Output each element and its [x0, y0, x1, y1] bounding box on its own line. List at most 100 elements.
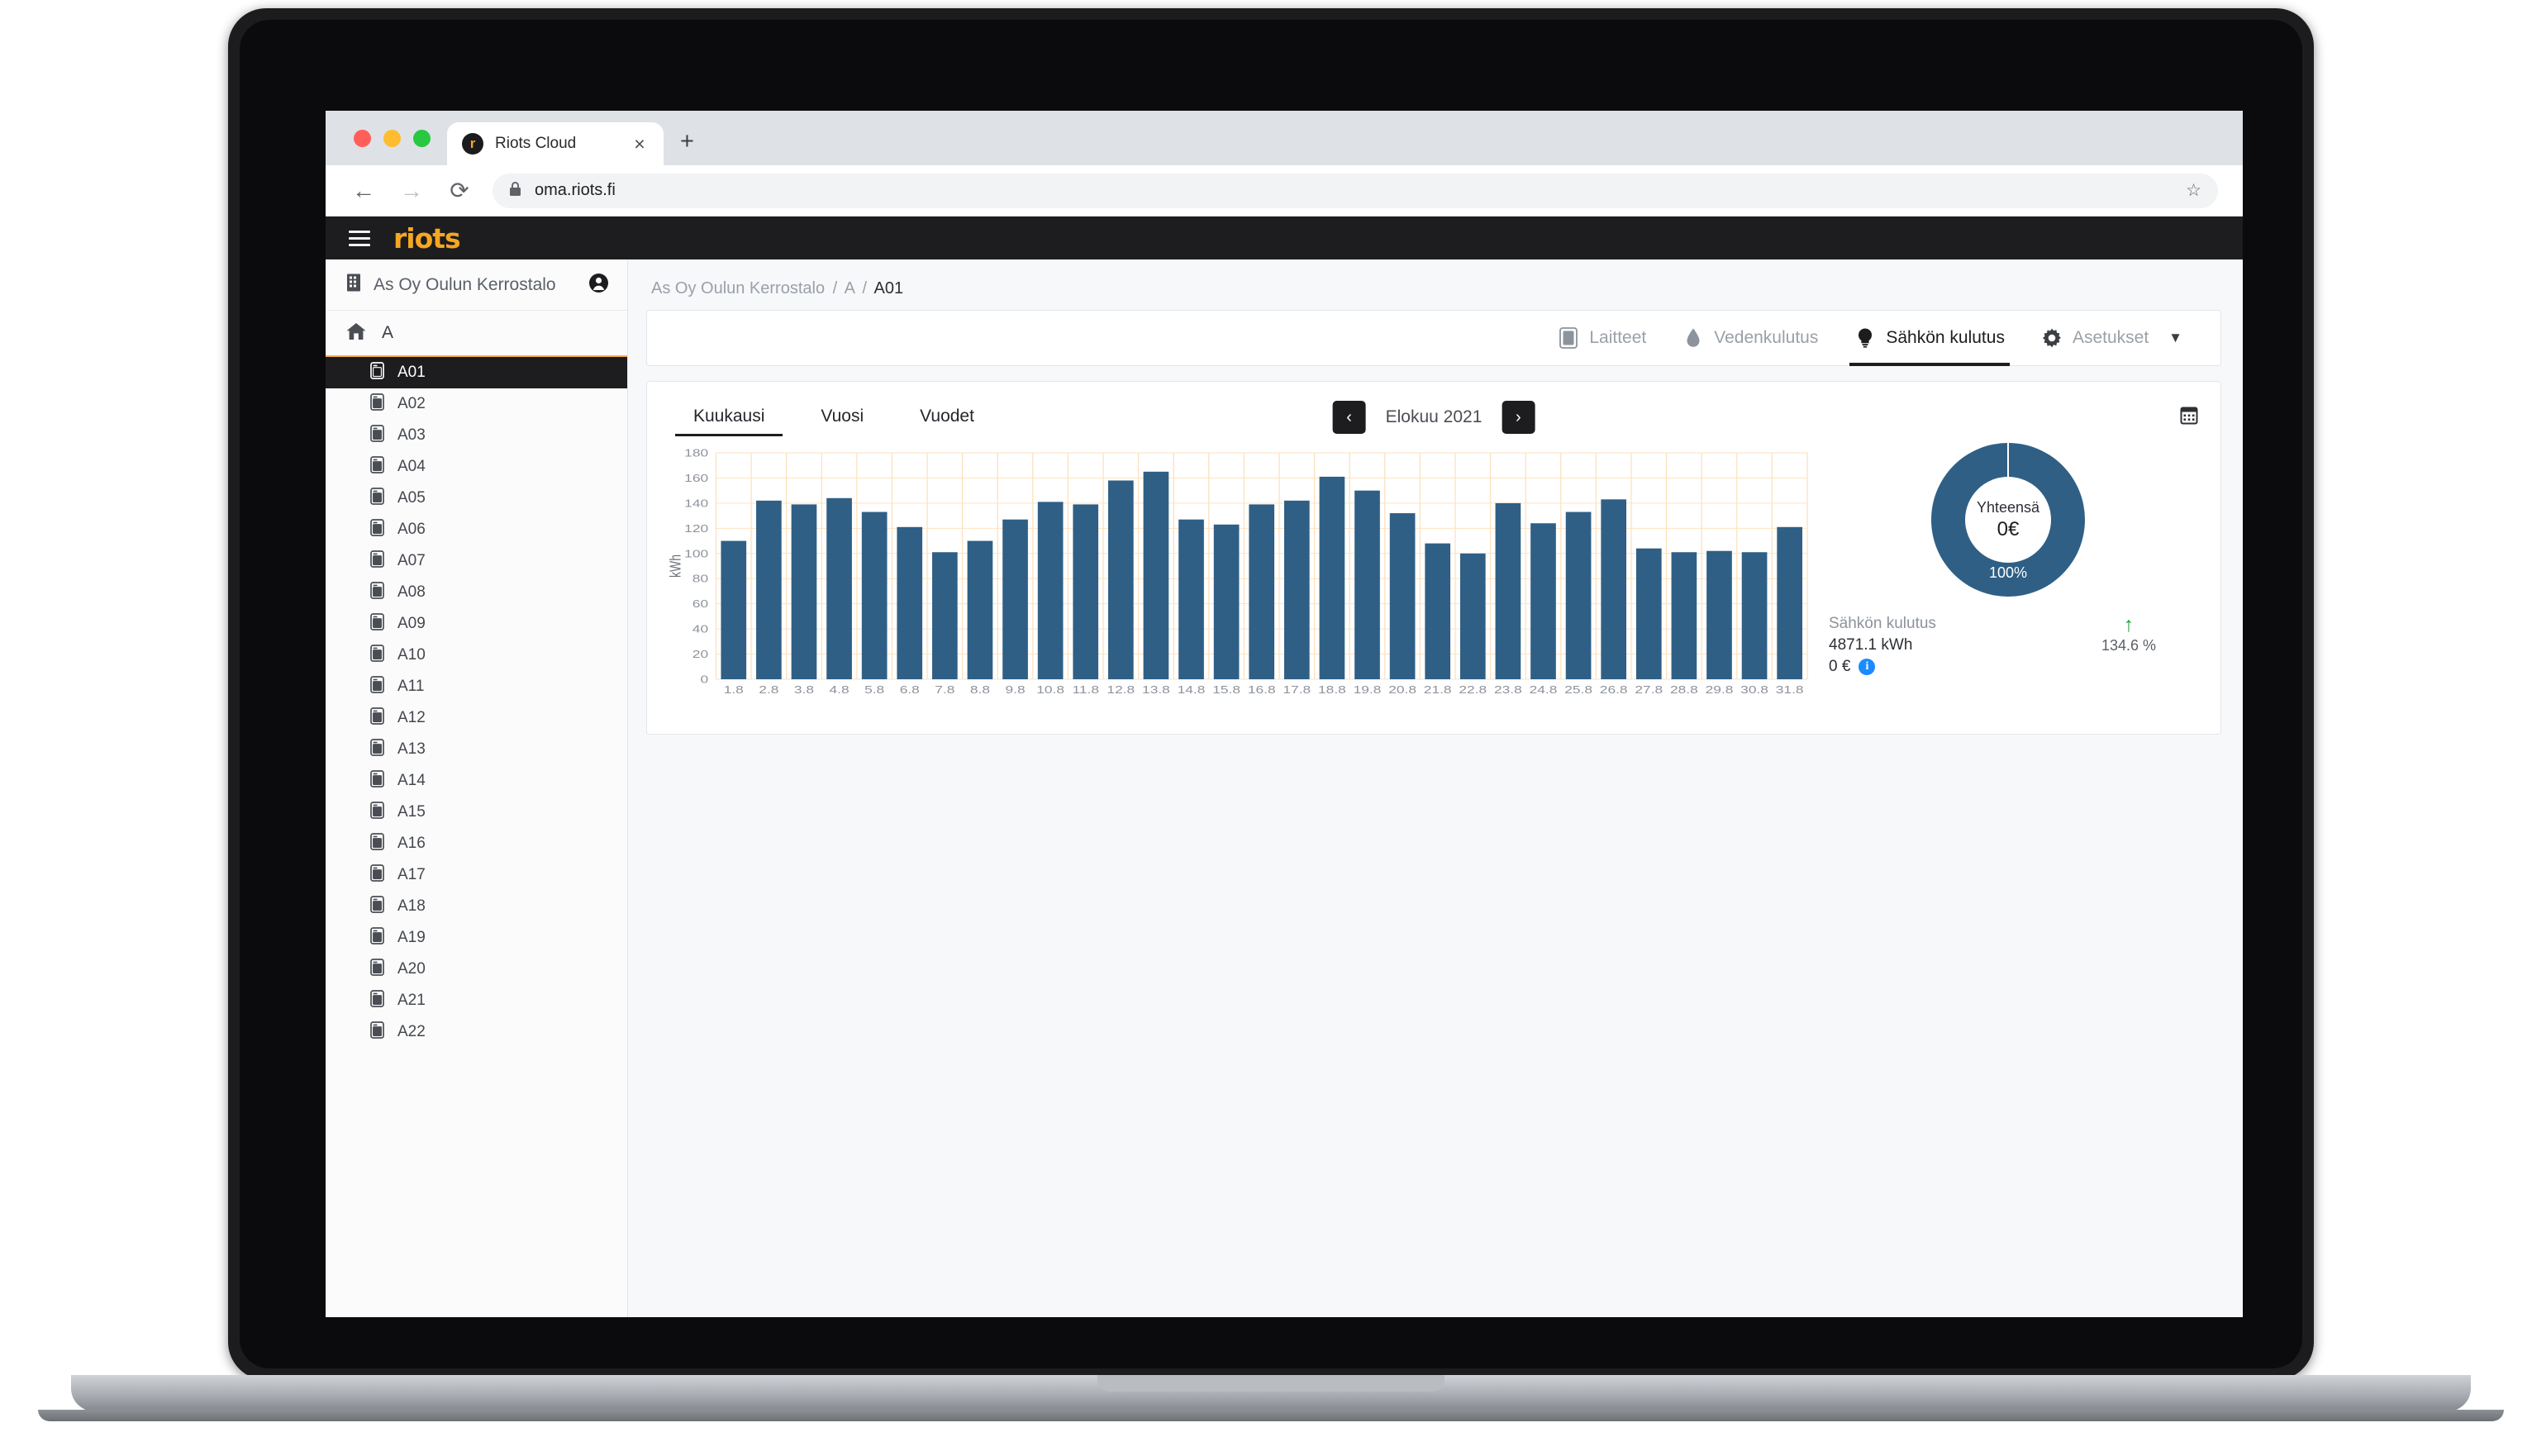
bar[interactable] — [1108, 480, 1134, 679]
electricity-chart-panel: Kuukausi Vuosi Vuodet ‹ Elokuu 2021 › 0 … — [646, 381, 2221, 735]
bar[interactable] — [1319, 476, 1345, 679]
bar[interactable] — [826, 497, 852, 679]
bar[interactable] — [1143, 471, 1169, 679]
bar[interactable] — [1283, 500, 1310, 679]
sidebar-item-label: A20 — [397, 960, 426, 978]
bar[interactable] — [1249, 504, 1275, 679]
sidebar-item-a20[interactable]: A20 — [326, 954, 627, 985]
bar[interactable] — [1459, 553, 1486, 679]
sidebar-item-a04[interactable]: A04 — [326, 451, 627, 483]
sidebar-item-a08[interactable]: A08 — [326, 577, 627, 608]
tab-gear[interactable]: Asetukset — [2023, 311, 2167, 366]
bar[interactable] — [1635, 548, 1662, 679]
bar[interactable] — [967, 540, 993, 679]
range-tab-vuodet[interactable]: Vuodet — [892, 398, 1002, 436]
bar[interactable] — [791, 504, 817, 679]
new-tab-icon[interactable]: + — [680, 130, 694, 154]
bar[interactable] — [861, 512, 888, 679]
calendar-icon[interactable] — [2179, 405, 2199, 431]
bar[interactable] — [897, 526, 923, 679]
sidebar-item-a21[interactable]: A21 — [326, 985, 627, 1016]
tab-lightbulb[interactable]: Sähkön kulutus — [1836, 311, 2023, 366]
menu-toggle-icon[interactable] — [349, 230, 370, 246]
bar[interactable] — [1601, 499, 1627, 679]
sidebar-item-a01[interactable]: A01 — [326, 357, 627, 388]
bookmark-star-icon[interactable]: ☆ — [2186, 180, 2201, 201]
apartment-icon — [370, 550, 384, 572]
chart-area: 0 20 40 60 80 100 120 140 160 180 1.8 2.8 3.8 4.8 5.8 6… — [665, 438, 2202, 726]
bar[interactable] — [1495, 502, 1521, 679]
sidebar-site-header[interactable]: As Oy Oulun Kerrostalo — [326, 259, 627, 311]
bar[interactable] — [1741, 552, 1768, 679]
bar[interactable] — [1671, 552, 1697, 679]
sidebar-item-a10[interactable]: A10 — [326, 640, 627, 671]
bar[interactable] — [1354, 490, 1380, 679]
x-axis-tick-label: 16.8 — [1248, 684, 1276, 696]
sidebar-item-a07[interactable]: A07 — [326, 545, 627, 577]
breadcrumb-group[interactable]: A — [845, 279, 854, 297]
bar[interactable] — [1213, 524, 1240, 679]
sidebar-item-a13[interactable]: A13 — [326, 734, 627, 765]
sidebar-item-a19[interactable]: A19 — [326, 922, 627, 954]
sidebar-item-a14[interactable]: A14 — [326, 765, 627, 797]
reload-icon[interactable]: ⟳ — [445, 178, 474, 202]
sidebar-item-a16[interactable]: A16 — [326, 828, 627, 859]
address-bar[interactable]: oma.riots.fi ☆ — [493, 173, 2218, 208]
sidebar-item-a11[interactable]: A11 — [326, 671, 627, 702]
y-axis-tick-label: 180 — [684, 448, 708, 459]
bar[interactable] — [1178, 519, 1204, 679]
chevron-down-icon[interactable]: ▼ — [2168, 330, 2182, 346]
range-tab-kuukausi[interactable]: Kuukausi — [665, 398, 792, 436]
apartment-icon — [370, 425, 384, 446]
range-tab-vuosi[interactable]: Vuosi — [792, 398, 892, 436]
bar[interactable] — [1425, 543, 1451, 679]
info-icon[interactable]: i — [1859, 659, 1876, 675]
bar-chart-svg[interactable]: 0 20 40 60 80 100 120 140 160 180 1.8 2.8 3.8 4.8 5.8 6… — [665, 447, 1814, 704]
close-icon[interactable]: × — [629, 134, 650, 154]
bar[interactable] — [1002, 519, 1028, 679]
next-period-button[interactable]: › — [1502, 401, 1535, 434]
apartment-icon — [370, 613, 384, 635]
bar[interactable] — [1073, 504, 1099, 679]
lightbulb-icon — [1854, 327, 1876, 349]
home-icon[interactable] — [345, 322, 367, 345]
bar[interactable] — [1037, 502, 1064, 679]
donut-chart[interactable]: Yhteensä 0€ 100% — [1931, 443, 2085, 597]
close-window-button[interactable] — [354, 130, 371, 147]
forward-icon[interactable]: → — [397, 178, 426, 202]
sidebar-item-a02[interactable]: A02 — [326, 388, 627, 420]
sidebar-item-label: A08 — [397, 583, 426, 601]
breadcrumb-root[interactable]: As Oy Oulun Kerrostalo — [651, 279, 825, 297]
maximize-window-button[interactable] — [413, 130, 431, 147]
bar[interactable] — [756, 500, 782, 679]
tab-device[interactable]: Laitteet — [1540, 311, 1664, 366]
webcam-notch — [1180, 56, 1362, 71]
bar[interactable] — [932, 552, 958, 679]
bar[interactable] — [1389, 513, 1416, 679]
donut-slice-percent: 100% — [1988, 564, 2028, 581]
sidebar-item-label: A14 — [397, 772, 426, 789]
bar[interactable] — [1530, 523, 1556, 679]
sidebar-item-a06[interactable]: A06 — [326, 514, 627, 545]
account-icon[interactable] — [588, 273, 609, 297]
sidebar-item-a17[interactable]: A17 — [326, 859, 627, 891]
bar[interactable] — [721, 540, 747, 679]
sidebar-item-a09[interactable]: A09 — [326, 608, 627, 640]
bar-chart[interactable]: 0 20 40 60 80 100 120 140 160 180 1.8 2.8 3.8 4.8 5.8 6… — [665, 438, 1814, 726]
sidebar-item-a22[interactable]: A22 — [326, 1016, 627, 1048]
bar[interactable] — [1706, 550, 1732, 679]
minimize-window-button[interactable] — [383, 130, 401, 147]
bar[interactable] — [1777, 526, 1803, 679]
sidebar-item-a12[interactable]: A12 — [326, 702, 627, 734]
sidebar-group-header[interactable]: A — [326, 311, 627, 357]
sidebar-item-a15[interactable]: A15 — [326, 797, 627, 828]
browser-tab[interactable]: r Riots Cloud × — [447, 122, 664, 165]
laptop-frame: r Riots Cloud × + ← → ⟳ oma.riots.fi ☆ r… — [38, 8, 2504, 1421]
sidebar-item-a18[interactable]: A18 — [326, 891, 627, 922]
previous-period-button[interactable]: ‹ — [1332, 401, 1366, 434]
back-icon[interactable]: ← — [349, 178, 378, 202]
tab-water-drop[interactable]: Vedenkulutus — [1664, 311, 1836, 366]
bar[interactable] — [1565, 512, 1592, 679]
sidebar-item-a03[interactable]: A03 — [326, 420, 627, 451]
sidebar-item-a05[interactable]: A05 — [326, 483, 627, 514]
